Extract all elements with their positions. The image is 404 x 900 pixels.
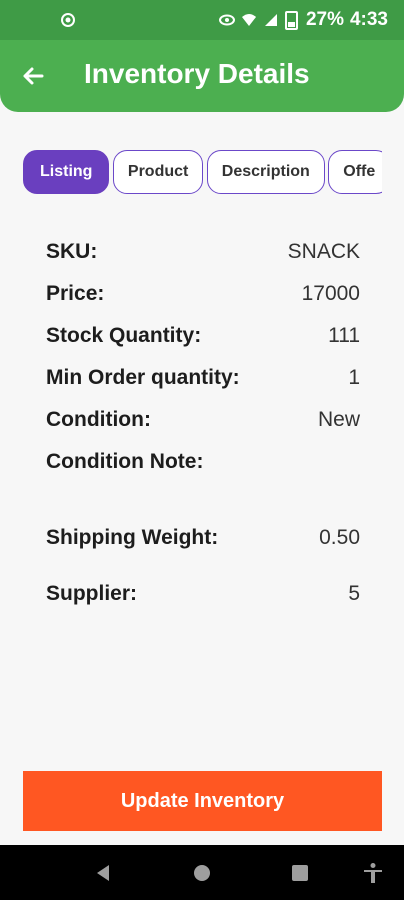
condition-note-label: Condition Note: (46, 450, 204, 473)
status-bar: 27% 4:33 (0, 0, 404, 40)
supplier-value: 5 (348, 582, 360, 605)
system-nav-bar (0, 845, 404, 900)
update-inventory-button[interactable]: Update Inventory (23, 771, 382, 831)
home-circle-icon[interactable] (191, 862, 213, 884)
back-triangle-icon[interactable] (92, 862, 114, 884)
price-label: Price: (46, 282, 105, 305)
tab-offers[interactable]: Offe (328, 150, 382, 194)
detail-row-shipping-weight: Shipping Weight: 0.50 (46, 517, 360, 559)
notification-icon (61, 13, 75, 27)
supplier-label: Supplier: (46, 582, 138, 605)
cell-signal-icon (264, 14, 277, 26)
min-order-label: Min Order quantity: (46, 366, 240, 389)
shipping-weight-label: Shipping Weight: (46, 526, 219, 549)
eye-icon (218, 14, 235, 26)
detail-row-stock: Stock Quantity: 111 (46, 315, 360, 357)
back-arrow-icon[interactable] (18, 61, 48, 91)
detail-row-min-order: Min Order quantity: 1 (46, 357, 360, 399)
tab-product[interactable]: Product (112, 150, 204, 194)
inventory-details: SKU: SNACK Price: 17000 Stock Quantity: … (46, 231, 360, 615)
wifi-icon (241, 14, 256, 26)
detail-row-supplier: Supplier: 5 (46, 573, 360, 615)
stock-quantity-label: Stock Quantity: (46, 324, 202, 347)
detail-row-condition-note: Condition Note: (46, 441, 360, 483)
condition-label: Condition: (46, 408, 151, 431)
battery-percent: 27% (305, 9, 344, 30)
tab-bar: Listing Product Description Offe (23, 150, 382, 196)
page-title: Inventory Details (84, 58, 310, 89)
status-icons: 27% 4:33 (218, 9, 388, 31)
sku-label: SKU: (46, 240, 98, 263)
detail-row-condition: Condition: New (46, 399, 360, 441)
condition-value: New (317, 408, 360, 431)
stock-quantity-value: 111 (328, 324, 360, 347)
battery-icon (284, 10, 298, 30)
shipping-weight-value: 0.50 (319, 526, 360, 549)
app-bar: Inventory Details (0, 40, 404, 112)
min-order-value: 1 (348, 366, 360, 389)
tab-description[interactable]: Description (206, 150, 325, 194)
price-value: 17000 (301, 282, 360, 305)
detail-row-sku: SKU: SNACK (46, 231, 360, 273)
detail-row-price: Price: 17000 (46, 273, 360, 315)
recents-square-icon[interactable] (289, 862, 311, 884)
clock: 4:33 (349, 9, 388, 30)
accessibility-icon[interactable] (362, 862, 384, 884)
tab-listing[interactable]: Listing (23, 150, 110, 194)
sku-value: SNACK (287, 240, 360, 263)
